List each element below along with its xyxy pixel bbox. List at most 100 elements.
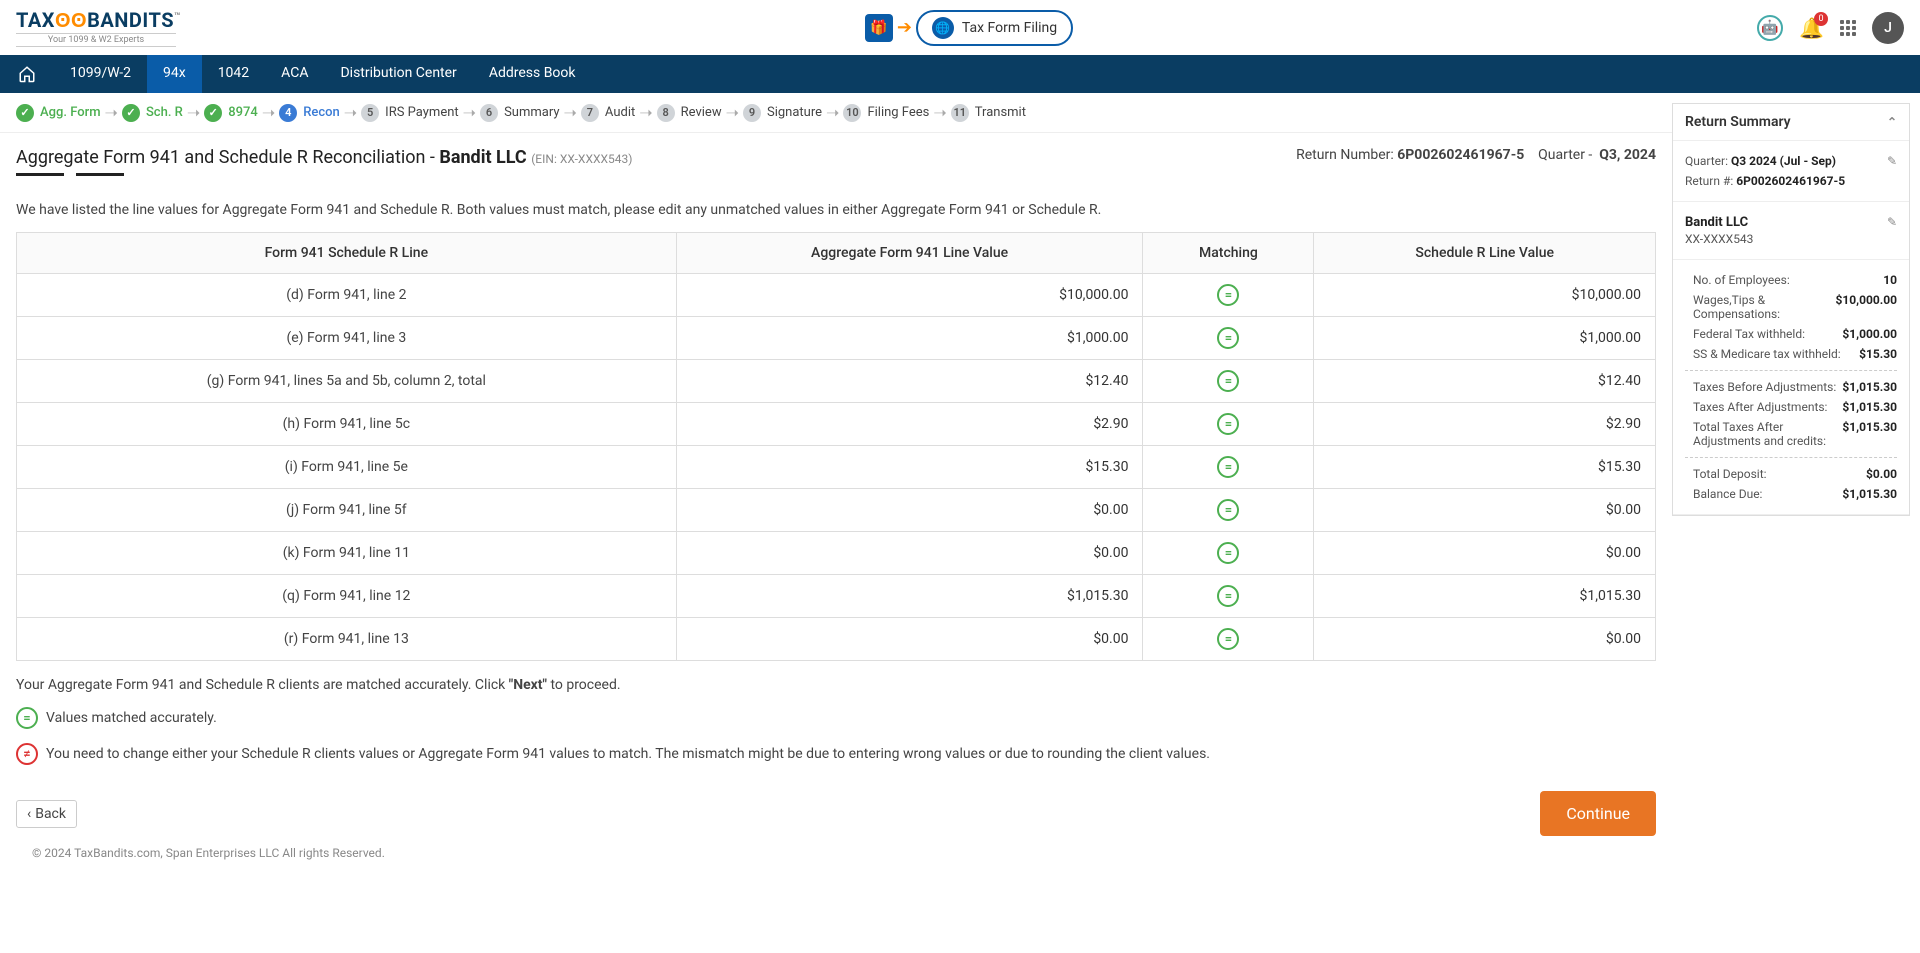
proceed-text: Your Aggregate Form 941 and Schedule R c… (16, 677, 1656, 693)
sr-value: $1,015.30 (1314, 575, 1656, 618)
main-content: Aggregate Form 941 and Schedule R Reconc… (0, 133, 1672, 910)
avatar[interactable]: J (1872, 12, 1904, 44)
table-header: Form 941 Schedule R Line (17, 233, 677, 274)
sidebar-return-info: Quarter: Q3 2024 (Jul - Sep) ✎ Return #:… (1673, 141, 1909, 202)
workflow-step-8974[interactable]: ✓8974 (204, 104, 258, 122)
agg-value: $0.00 (676, 532, 1143, 575)
workflow-step-sch-r[interactable]: ✓Sch. R (122, 104, 183, 122)
arrow-icon: ➝ (726, 103, 739, 122)
workflow-step-review[interactable]: 8Review (657, 104, 722, 122)
workflow-step-audit[interactable]: 7Audit (581, 104, 635, 122)
nav-item-distribution-center[interactable]: Distribution Center (324, 55, 472, 93)
continue-button[interactable]: Continue (1540, 791, 1656, 836)
agg-value: $0.00 (676, 489, 1143, 532)
notification-badge: 0 (1814, 12, 1828, 26)
workflow-step-filing-fees[interactable]: 10Filing Fees (843, 104, 929, 122)
nav-home[interactable] (0, 55, 54, 93)
line-label: (r) Form 941, line 13 (17, 618, 677, 661)
summary-row: Taxes After Adjustments:$1,015.30 (1693, 397, 1897, 417)
edit-icon[interactable]: ✎ (1887, 215, 1897, 229)
apps-icon[interactable] (1840, 20, 1856, 36)
nav-item-address-book[interactable]: Address Book (473, 55, 592, 93)
sr-value: $2.90 (1314, 403, 1656, 446)
sidebar-header: Return Summary ⌃ (1673, 104, 1909, 141)
bottom-actions: ‹ Back Continue (16, 791, 1656, 836)
line-label: (q) Form 941, line 12 (17, 575, 677, 618)
line-label: (i) Form 941, line 5e (17, 446, 677, 489)
workflow-step-recon[interactable]: 4Recon (279, 104, 340, 122)
page-title: Aggregate Form 941 and Schedule R Reconc… (16, 147, 632, 168)
sr-value: $15.30 (1314, 446, 1656, 489)
summary-row: SS & Medicare tax withheld:$15.30 (1693, 344, 1897, 364)
sr-value: $1,000.00 (1314, 317, 1656, 360)
instruction-text: We have listed the line values for Aggre… (16, 202, 1656, 218)
back-button[interactable]: ‹ Back (16, 800, 77, 828)
robot-icon[interactable]: 🤖 (1757, 15, 1783, 41)
logo-subtitle: Your 1099 & W2 Experts (16, 33, 176, 47)
match-icon: = (16, 707, 38, 729)
arrow-icon: ➝ (105, 103, 118, 122)
table-row: (d) Form 941, line 2$10,000.00=$10,000.0… (17, 274, 1656, 317)
logo-text: TAXʘʘBANDITS™ (16, 8, 181, 33)
table-row: (e) Form 941, line 3$1,000.00=$1,000.00 (17, 317, 1656, 360)
summary-row: Balance Due:$1,015.30 (1693, 484, 1897, 504)
agg-value: $1,000.00 (676, 317, 1143, 360)
summary-row: Wages,Tips & Compensations:$10,000.00 (1693, 290, 1897, 324)
nav-item-1042[interactable]: 1042 (202, 55, 265, 93)
match-cell: = (1143, 446, 1314, 489)
workflow-step-signature[interactable]: 9Signature (743, 104, 822, 122)
match-icon: = (1217, 542, 1239, 564)
line-label: (e) Form 941, line 3 (17, 317, 677, 360)
table-row: (h) Form 941, line 5c$2.90=$2.90 (17, 403, 1656, 446)
nav-item-aca[interactable]: ACA (265, 55, 324, 93)
check-icon: ✓ (122, 104, 140, 122)
arrow-icon: ➝ (463, 103, 476, 122)
match-cell: = (1143, 403, 1314, 446)
sidebar-company: Bandit LLC XX-XXXX543 ✎ (1673, 202, 1909, 260)
arrow-icon: ➝ (826, 103, 839, 122)
sr-value: $0.00 (1314, 618, 1656, 661)
workflow-step-agg-form[interactable]: ✓Agg. Form (16, 104, 101, 122)
arrow-icon: ➝ (639, 103, 652, 122)
nav-item-94x[interactable]: 94x (147, 55, 202, 93)
table-header: Matching (1143, 233, 1314, 274)
legend-mismatch: ≠ You need to change either your Schedul… (16, 743, 1656, 765)
table-header: Schedule R Line Value (1314, 233, 1656, 274)
arrow-icon: ➝ (262, 103, 275, 122)
gift-icon[interactable]: 🎁 (865, 14, 893, 42)
match-cell: = (1143, 360, 1314, 403)
arrow-icon: ➝ (933, 103, 946, 122)
line-label: (j) Form 941, line 5f (17, 489, 677, 532)
summary-row: Federal Tax withheld:$1,000.00 (1693, 324, 1897, 344)
table-row: (g) Form 941, lines 5a and 5b, column 2,… (17, 360, 1656, 403)
workflow-step-irs-payment[interactable]: 5IRS Payment (361, 104, 458, 122)
agg-value: $2.90 (676, 403, 1143, 446)
logo[interactable]: TAXʘʘBANDITS™ Your 1099 & W2 Experts (16, 8, 181, 47)
edit-icon[interactable]: ✎ (1887, 154, 1897, 168)
line-label: (d) Form 941, line 2 (17, 274, 677, 317)
agg-value: $12.40 (676, 360, 1143, 403)
summary-row: No. of Employees:10 (1693, 270, 1897, 290)
match-cell: = (1143, 575, 1314, 618)
match-icon: = (1217, 585, 1239, 607)
table-row: (k) Form 941, line 11$0.00=$0.00 (17, 532, 1656, 575)
tax-form-filing-button[interactable]: 🌐 Tax Form Filing (916, 10, 1073, 46)
nav-bar: 1099/W-294x1042ACADistribution CenterAdd… (0, 55, 1920, 93)
arrow-icon: ➝ (564, 103, 577, 122)
footer: © 2024 TaxBandits.com, Span Enterprises … (16, 836, 1656, 880)
line-label: (g) Form 941, lines 5a and 5b, column 2,… (17, 360, 677, 403)
notifications-button[interactable]: 🔔 0 (1799, 16, 1824, 40)
line-label: (h) Form 941, line 5c (17, 403, 677, 446)
line-label: (k) Form 941, line 11 (17, 532, 677, 575)
workflow-step-summary[interactable]: 6Summary (480, 104, 559, 122)
chevron-up-icon[interactable]: ⌃ (1887, 115, 1897, 129)
arrow-icon: ➔ (897, 17, 912, 38)
page-title-row: Aggregate Form 941 and Schedule R Reconc… (16, 147, 1656, 184)
check-icon: ✓ (16, 104, 34, 122)
nav-item-1099-w-2[interactable]: 1099/W-2 (54, 55, 147, 93)
workflow-step-transmit[interactable]: 11Transmit (951, 104, 1026, 122)
match-cell: = (1143, 274, 1314, 317)
match-icon: = (1217, 628, 1239, 650)
agg-value: $15.30 (676, 446, 1143, 489)
agg-value: $1,015.30 (676, 575, 1143, 618)
